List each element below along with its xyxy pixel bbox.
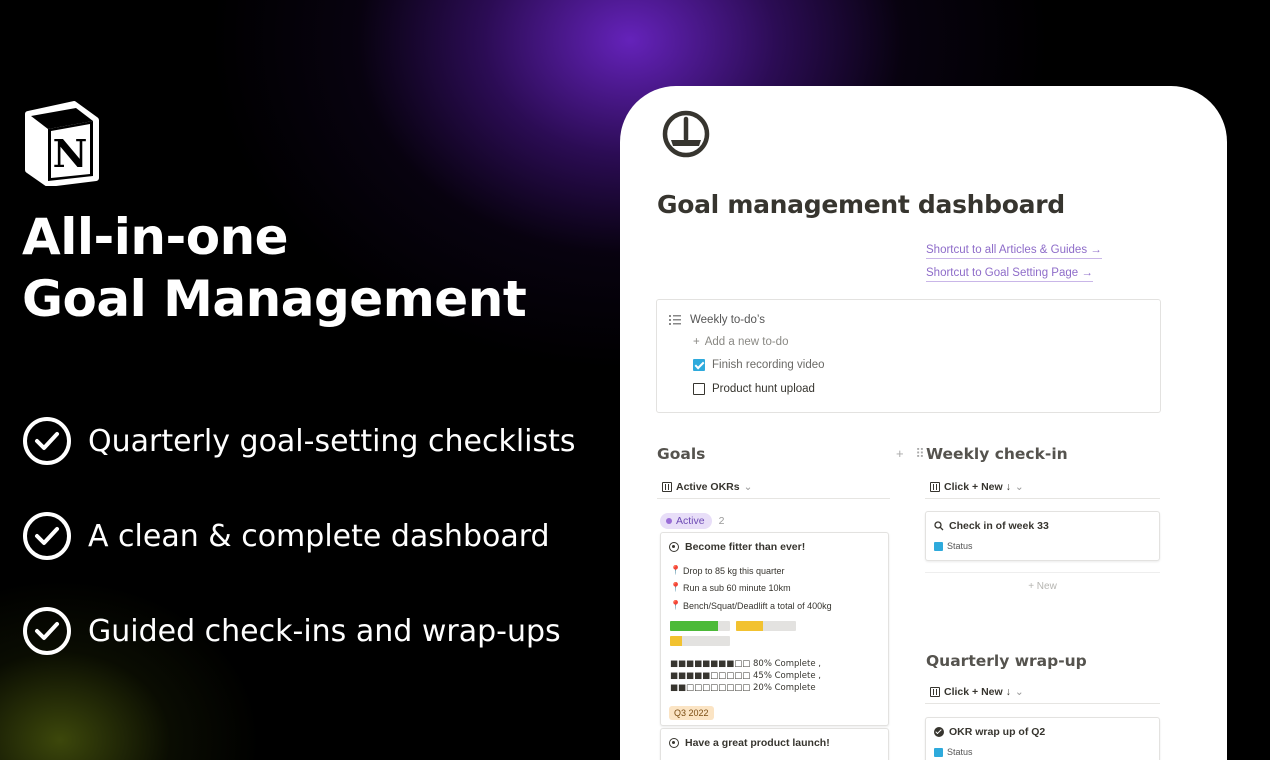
goal-title-text: Have a great product launch! <box>685 737 830 749</box>
todo-label: Product hunt upload <box>712 383 815 395</box>
new-card-button[interactable]: + New <box>925 572 1160 600</box>
target-icon <box>669 738 679 748</box>
view-divider <box>925 498 1160 499</box>
progress-bar <box>670 621 730 631</box>
goal-card-title: Become fitter than ever! <box>669 541 805 553</box>
wrapup-card[interactable]: OKR wrap up of Q2 Status <box>925 717 1160 760</box>
goals-view-tab[interactable]: Active OKRs ⌄ <box>662 481 752 493</box>
search-icon <box>934 521 944 531</box>
feature-item: Guided check-ins and wrap-ups <box>22 605 602 657</box>
key-result-text: Drop to 85 kg this quarter <box>683 565 785 576</box>
chevron-down-icon: ⌄ <box>1014 686 1024 698</box>
view-divider <box>925 703 1160 704</box>
notion-logo-icon: N <box>25 101 99 186</box>
feature-text: Guided check-ins and wrap-ups <box>88 613 561 649</box>
shortcut-articles-link[interactable]: Shortcut to all Articles & Guides → <box>926 243 1102 259</box>
check-circle-icon <box>23 512 71 560</box>
wrapup-card-title: OKR wrap up of Q2 <box>934 726 1045 738</box>
shortcut-goal-setting-link[interactable]: Shortcut to Goal Setting Page → <box>926 266 1093 282</box>
quarter-tag: Q3 2022 <box>669 706 714 720</box>
status-text: Status <box>947 747 973 757</box>
progress-fill <box>670 621 718 631</box>
checkin-card-status: Status <box>934 541 973 551</box>
check-circle-icon <box>934 727 944 737</box>
add-todo-label: Add a new to-do <box>704 336 789 348</box>
board-view-icon <box>930 482 940 492</box>
status-label: Active <box>676 515 705 527</box>
goal-card-title: Have a great product launch! <box>669 737 830 749</box>
wrapup-card-title-text: OKR wrap up of Q2 <box>949 726 1046 738</box>
pin-icon: 📍 <box>670 582 682 592</box>
headline-line-2: Goal Management <box>22 270 527 328</box>
chevron-down-icon: ⌄ <box>1014 481 1024 493</box>
checkin-card[interactable]: Check in of week 33 Status <box>925 511 1160 561</box>
progress-text: ■■■■■□□□□□ 45% Complete , <box>670 671 821 681</box>
weekly-todo-header: Weekly to-do’s <box>669 314 765 326</box>
progress-bar <box>736 621 796 631</box>
headline: All-in-one Goal Management <box>22 206 582 330</box>
todo-item: Finish recording video <box>693 359 825 371</box>
key-result-text: Run a sub 60 minute 10km <box>683 582 791 593</box>
add-todo-button[interactable]: + Add a new to-do <box>693 336 788 348</box>
dashboard-preview-card: Goal management dashboard Shortcut to al… <box>620 86 1227 760</box>
quarterly-wrapup-heading: Quarterly wrap-up <box>926 652 1087 670</box>
block-handles[interactable]: + ⠿ <box>896 446 929 462</box>
group-count: 2 <box>718 515 725 527</box>
goal-card[interactable]: Become fitter than ever! 📍 Drop to 85 kg … <box>660 532 889 726</box>
goal-title-text: Become fitter than ever! <box>685 541 806 553</box>
target-icon <box>669 542 679 552</box>
key-result: 📍 Drop to 85 kg this quarter <box>670 565 785 576</box>
pin-icon: 📍 <box>670 565 682 575</box>
progress-fill <box>736 621 763 631</box>
feature-item: Quarterly goal-setting checklists <box>22 415 602 467</box>
goals-view-label: Active OKRs <box>676 481 740 493</box>
feature-item: A clean & complete dashboard <box>22 510 602 562</box>
checkin-card-title: Check in of week 33 <box>934 520 1049 532</box>
board-view-icon <box>930 687 940 697</box>
page-title: Goal management dashboard <box>657 190 1065 219</box>
svg-text:N: N <box>53 131 88 176</box>
status-dot <box>666 518 672 524</box>
board-group-header: Active 2 <box>660 513 724 529</box>
page-icon <box>662 110 710 158</box>
check-circle-icon <box>23 607 71 655</box>
list-icon <box>669 315 681 325</box>
check-circle-icon <box>23 417 71 465</box>
board-view-icon <box>662 482 672 492</box>
status-icon <box>934 747 943 757</box>
todo-label: Finish recording video <box>712 359 825 371</box>
key-result-text: Bench/Squat/Deadlift a total of 400kg <box>683 600 832 611</box>
status-icon <box>934 541 943 551</box>
checkin-card-title-text: Check in of week 33 <box>949 520 1049 532</box>
key-result: 📍 Run a sub 60 minute 10km <box>670 582 791 593</box>
quarterly-wrapup-view-label: Click + New ↓ <box>944 686 1011 698</box>
feature-text: A clean & complete dashboard <box>88 518 550 554</box>
weekly-checkin-heading: Weekly check-in <box>926 445 1068 463</box>
key-result: 📍 Bench/Squat/Deadlift a total of 400kg <box>670 600 832 611</box>
chevron-down-icon: ⌄ <box>743 481 753 493</box>
weekly-checkin-view-tab[interactable]: Click + New ↓ ⌄ <box>930 481 1024 493</box>
progress-bar <box>670 636 730 646</box>
pin-icon: 📍 <box>670 600 682 610</box>
plus-icon: + <box>693 336 700 348</box>
goal-card[interactable]: Have a great product launch! <box>660 728 889 760</box>
wrapup-card-status: Status <box>934 747 973 757</box>
headline-line-1: All-in-one <box>22 208 289 266</box>
progress-text: ■■■■■■■■□□ 80% Complete , <box>670 659 821 669</box>
status-badge: Active <box>660 513 712 529</box>
feature-list: Quarterly goal-setting checklists A clea… <box>22 415 602 700</box>
progress-fill <box>670 636 682 646</box>
status-text: Status <box>947 541 973 551</box>
todo-checkbox[interactable] <box>693 383 705 395</box>
feature-text: Quarterly goal-setting checklists <box>88 423 576 459</box>
weekly-checkin-view-label: Click + New ↓ <box>944 481 1011 493</box>
progress-text: ■■□□□□□□□□ 20% Complete <box>670 683 816 693</box>
goals-heading: Goals <box>657 445 706 463</box>
todo-checkbox[interactable] <box>693 359 705 371</box>
view-divider <box>657 498 890 499</box>
todo-item: Product hunt upload <box>693 383 815 395</box>
weekly-todo-title: Weekly to-do’s <box>690 314 765 326</box>
weekly-todo-block: Weekly to-do’s + Add a new to-do Finish r… <box>656 299 1161 413</box>
quarterly-wrapup-view-tab[interactable]: Click + New ↓ ⌄ <box>930 686 1024 698</box>
